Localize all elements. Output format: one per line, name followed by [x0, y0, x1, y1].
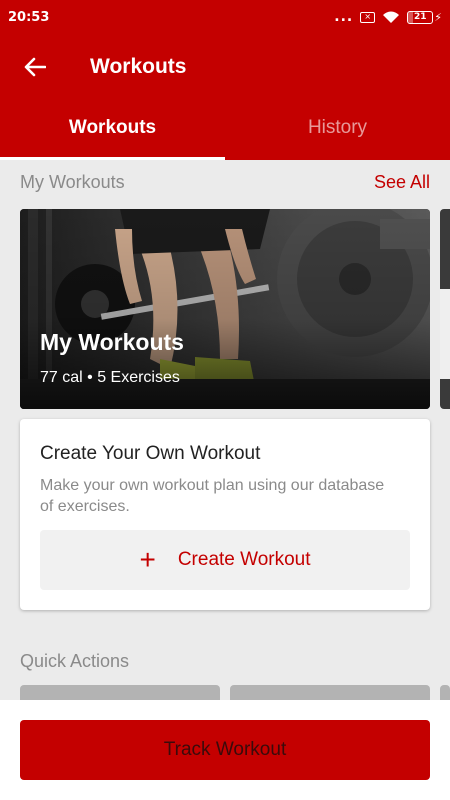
- create-workout-button[interactable]: + Create Workout: [40, 530, 410, 590]
- section-title: My Workouts: [20, 172, 125, 192]
- active-tab-indicator: [0, 157, 225, 160]
- battery-level: 21: [414, 11, 427, 22]
- quick-actions-title: Quick Actions: [20, 651, 130, 671]
- sim-icon: ×: [360, 11, 376, 23]
- workout-card-meta: 77 cal • 5 Exercises: [40, 369, 180, 386]
- battery-icon: 21: [407, 10, 434, 24]
- charging-bolt-icon: ⚡: [434, 10, 442, 24]
- create-workout-card: Create Your Own Workout Make your own wo…: [20, 419, 430, 610]
- app-bar: Workouts: [0, 34, 450, 100]
- tab-workouts[interactable]: Workouts: [0, 100, 225, 160]
- tab-history[interactable]: History: [225, 100, 450, 160]
- create-card-title: Create Your Own Workout: [40, 443, 261, 464]
- create-card-description: Make your own workout plan using our dat…: [40, 477, 385, 515]
- status-time: 20:53: [8, 9, 50, 25]
- my-workouts-card[interactable]: My Workouts 77 cal • 5 Exercises: [20, 209, 430, 409]
- create-workout-label: Create Workout: [177, 549, 311, 570]
- track-workout-label: Track Workout: [163, 739, 287, 760]
- arrow-left-icon: [24, 57, 46, 77]
- see-all-link[interactable]: See All: [374, 172, 430, 193]
- workout-card-title: My Workouts: [40, 329, 184, 355]
- more-dots-icon: ...: [334, 9, 354, 25]
- tab-bar: Workouts History: [0, 100, 450, 160]
- tab-label: Workouts: [68, 117, 157, 138]
- status-bar: 20:53 ... × 21 ⚡: [0, 0, 450, 34]
- wifi-icon: [383, 11, 400, 23]
- my-workouts-header: My Workouts See All: [20, 172, 430, 193]
- track-workout-button[interactable]: Track Workout: [20, 720, 430, 780]
- page-title: Workouts: [90, 55, 187, 78]
- status-icons: ... × 21 ⚡: [334, 9, 442, 25]
- battery-indicator: 21 ⚡: [407, 10, 442, 24]
- bottom-bar: Track Workout: [0, 700, 450, 800]
- back-button[interactable]: [0, 34, 70, 100]
- next-workout-card-peek[interactable]: [440, 209, 450, 409]
- plus-icon: +: [139, 544, 156, 575]
- tab-label: History: [307, 117, 368, 138]
